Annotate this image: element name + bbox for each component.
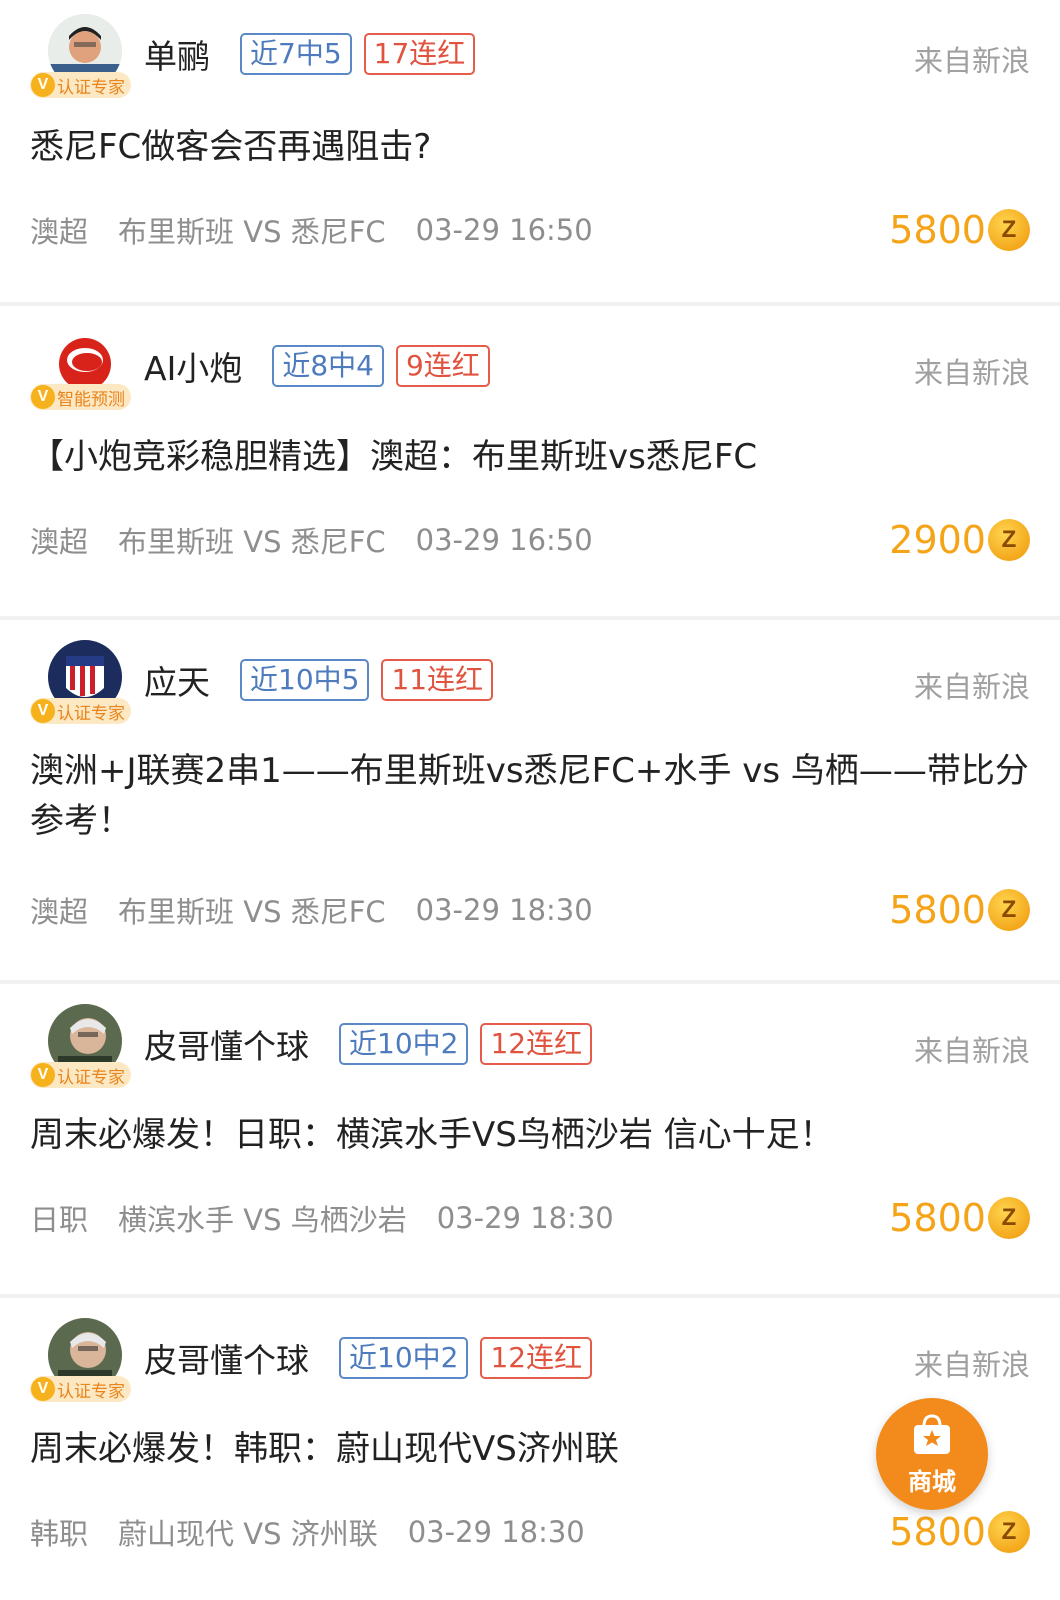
- post-header: V 认证专家 应天 近10中5 11连红 来自新浪: [30, 620, 1030, 724]
- price-amount: 5800: [889, 1510, 986, 1554]
- source-label: 来自新浪: [913, 670, 1030, 704]
- hit-rate-tag: 近10中5: [240, 659, 370, 701]
- league-label: 澳超: [30, 895, 89, 929]
- price-amount: 5800: [889, 1196, 986, 1240]
- hit-rate-tag: 近10中2: [339, 1023, 469, 1065]
- post-title[interactable]: 澳洲+J联赛2串1——布里斯班vs悉尼FC+水手 vs 鸟栖——带比分参考！: [30, 746, 1030, 846]
- verified-badge: V 认证专家: [30, 72, 131, 98]
- author-name[interactable]: AI小炮: [144, 342, 242, 390]
- badge-label: 智能预测: [57, 389, 125, 410]
- post-card[interactable]: V 认证专家 单鹂 近7中5 17连红 来自新浪 悉尼FC做客会否再遇阻击? 澳…: [0, 0, 1060, 306]
- coin-icon: Z: [988, 209, 1030, 251]
- price: 5800 Z: [889, 1508, 1030, 1556]
- post-title[interactable]: 【小炮竞彩稳胆精选】澳超：布里斯班vs悉尼FC: [30, 432, 1030, 482]
- hit-rate-tag: 近10中2: [339, 1337, 469, 1379]
- author-name[interactable]: 皮哥懂个球: [144, 1020, 309, 1068]
- match-time: 03-29 18:30: [407, 1515, 585, 1549]
- match-info: 韩职 蔚山现代 VS 济州联 03-29 18:30 5800 Z: [30, 1508, 1030, 1556]
- price: 5800 Z: [889, 206, 1030, 254]
- league-label: 澳超: [30, 525, 89, 559]
- shopping-bag-star-icon: [914, 1414, 950, 1454]
- source-label: 来自新浪: [913, 356, 1030, 390]
- post-title[interactable]: 周末必爆发！日职：横滨水手VS鸟栖沙岩 信心十足！: [30, 1110, 1030, 1160]
- match-info: 澳超 布里斯班 VS 悉尼FC 03-29 18:30 5800 Z: [30, 886, 1030, 934]
- post-card[interactable]: V 智能预测 AI小炮 近8中4 9连红 来自新浪 【小炮竞彩稳胆精选】澳超：布…: [0, 306, 1060, 620]
- coin-icon: Z: [988, 889, 1030, 931]
- verified-badge: V 认证专家: [30, 1376, 131, 1402]
- price: 2900 Z: [889, 516, 1030, 564]
- post-card[interactable]: V 认证专家 应天 近10中5 11连红 来自新浪 澳洲+J联赛2串1——布里斯…: [0, 620, 1060, 984]
- badge-label: 认证专家: [57, 703, 125, 724]
- streak-tag: 17连红: [363, 33, 476, 75]
- source-label: 来自新浪: [913, 1034, 1030, 1068]
- match-time: 03-29 18:30: [436, 1201, 614, 1235]
- price: 5800 Z: [889, 886, 1030, 934]
- post-header: V 认证专家 皮哥懂个球 近10中2 12连红 来自新浪: [30, 984, 1030, 1088]
- v-verified-icon: V: [31, 1377, 55, 1401]
- streak-tag: 12连红: [480, 1023, 593, 1065]
- avatar-container[interactable]: V 认证专家: [30, 640, 138, 724]
- hit-rate-tag: 近7中5: [240, 33, 352, 75]
- streak-tag: 12连红: [480, 1337, 593, 1379]
- coin-icon: Z: [988, 1511, 1030, 1553]
- coin-icon: Z: [988, 1197, 1030, 1239]
- match-time: 03-29 16:50: [415, 213, 593, 247]
- match-info: 日职 横滨水手 VS 鸟栖沙岩 03-29 18:30 5800 Z: [30, 1194, 1030, 1242]
- verified-badge: V 智能预测: [30, 384, 131, 410]
- match-time: 03-29 16:50: [415, 523, 593, 557]
- price-amount: 5800: [889, 888, 986, 932]
- match-label: 蔚山现代 VS 济州联: [118, 1517, 378, 1551]
- v-verified-icon: V: [31, 385, 55, 409]
- post-header: V 认证专家 皮哥懂个球 近10中2 12连红 来自新浪: [30, 1298, 1030, 1402]
- avatar-container[interactable]: V 认证专家: [30, 14, 138, 98]
- v-verified-icon: V: [31, 73, 55, 97]
- price-amount: 5800: [889, 208, 986, 252]
- verified-badge: V 认证专家: [30, 698, 131, 724]
- verified-badge: V 认证专家: [30, 1062, 131, 1088]
- post-title[interactable]: 悉尼FC做客会否再遇阻击?: [30, 122, 1030, 172]
- post-feed: V 认证专家 单鹂 近7中5 17连红 来自新浪 悉尼FC做客会否再遇阻击? 澳…: [0, 0, 1060, 1598]
- mall-button[interactable]: 商城: [876, 1398, 988, 1510]
- streak-tag: 9连红: [395, 345, 490, 387]
- streak-tag: 11连红: [381, 659, 494, 701]
- match-info: 澳超 布里斯班 VS 悉尼FC 03-29 16:50 2900 Z: [30, 516, 1030, 564]
- post-header: V 智能预测 AI小炮 近8中4 9连红 来自新浪: [30, 306, 1030, 410]
- avatar-container[interactable]: V 认证专家: [30, 1318, 138, 1402]
- author-name[interactable]: 皮哥懂个球: [144, 1334, 309, 1382]
- badge-label: 认证专家: [57, 77, 125, 98]
- v-verified-icon: V: [31, 1063, 55, 1087]
- avatar-container[interactable]: V 智能预测: [30, 326, 138, 410]
- coin-icon: Z: [988, 519, 1030, 561]
- source-label: 来自新浪: [913, 1348, 1030, 1382]
- author-name[interactable]: 单鹂: [144, 30, 210, 78]
- avatar-container[interactable]: V 认证专家: [30, 1004, 138, 1088]
- mall-label: 商城: [908, 1468, 956, 1496]
- price-amount: 2900: [889, 518, 986, 562]
- match-info: 澳超 布里斯班 VS 悉尼FC 03-29 16:50 5800 Z: [30, 206, 1030, 254]
- author-name[interactable]: 应天: [144, 656, 210, 704]
- league-label: 澳超: [30, 215, 89, 249]
- match-label: 布里斯班 VS 悉尼FC: [118, 525, 386, 559]
- price: 5800 Z: [889, 1194, 1030, 1242]
- post-header: V 认证专家 单鹂 近7中5 17连红 来自新浪: [30, 0, 1030, 98]
- v-verified-icon: V: [31, 699, 55, 723]
- badge-label: 认证专家: [57, 1381, 125, 1402]
- match-label: 布里斯班 VS 悉尼FC: [118, 895, 386, 929]
- match-label: 横滨水手 VS 鸟栖沙岩: [118, 1203, 407, 1237]
- source-label: 来自新浪: [913, 44, 1030, 78]
- hit-rate-tag: 近8中4: [272, 345, 384, 387]
- badge-label: 认证专家: [57, 1067, 125, 1088]
- match-time: 03-29 18:30: [415, 893, 593, 927]
- post-card[interactable]: V 认证专家 皮哥懂个球 近10中2 12连红 来自新浪 周末必爆发！日职：横滨…: [0, 984, 1060, 1298]
- league-label: 韩职: [30, 1517, 89, 1551]
- match-label: 布里斯班 VS 悉尼FC: [118, 215, 386, 249]
- league-label: 日职: [30, 1203, 89, 1237]
